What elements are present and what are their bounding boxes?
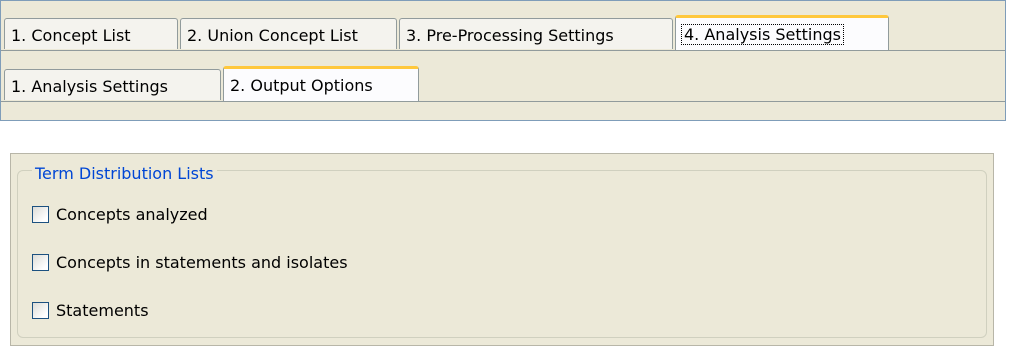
- checkbox-concepts-in-statements-and-isolates[interactable]: [32, 253, 49, 271]
- tab-concept-list[interactable]: 1. Concept List: [4, 18, 178, 49]
- checkbox-statements[interactable]: [32, 301, 49, 319]
- secondary-tab-strip: 1. Analysis Settings 2. Output Options: [1, 66, 1005, 102]
- output-options-panel: Term Distribution Lists Concepts analyze…: [10, 153, 994, 346]
- checkbox-label: Concepts analyzed: [56, 204, 208, 224]
- tab-analysis-settings[interactable]: 4. Analysis Settings: [675, 15, 889, 50]
- tab-label: 1. Concept List: [11, 26, 131, 45]
- option-concepts-analyzed[interactable]: Concepts analyzed: [32, 203, 208, 225]
- option-concepts-in-statements-and-isolates[interactable]: Concepts in statements and isolates: [32, 251, 348, 273]
- tab-pre-processing-settings[interactable]: 3. Pre-Processing Settings: [399, 18, 673, 49]
- tab-control: 1. Concept List 2. Union Concept List 3.…: [0, 0, 1006, 121]
- tab-label: 4. Analysis Settings: [681, 24, 844, 45]
- tab-label: 3. Pre-Processing Settings: [406, 26, 614, 45]
- group-title: Term Distribution Lists: [32, 164, 217, 183]
- checkbox-label: Statements: [56, 300, 149, 320]
- tab-label: 2. Output Options: [230, 76, 373, 95]
- tab-label: 1. Analysis Settings: [11, 77, 168, 96]
- subtab-output-options[interactable]: 2. Output Options: [223, 66, 419, 101]
- checkbox-concepts-analyzed[interactable]: [32, 205, 49, 223]
- option-statements[interactable]: Statements: [32, 299, 149, 321]
- tab-union-concept-list[interactable]: 2. Union Concept List: [180, 18, 397, 49]
- tab-label: 2. Union Concept List: [187, 26, 358, 45]
- primary-tab-strip: 1. Concept List 2. Union Concept List 3.…: [1, 15, 1005, 51]
- term-distribution-lists-group: Term Distribution Lists Concepts analyze…: [17, 164, 987, 338]
- subtab-analysis-settings[interactable]: 1. Analysis Settings: [4, 69, 221, 100]
- checkbox-label: Concepts in statements and isolates: [56, 252, 348, 272]
